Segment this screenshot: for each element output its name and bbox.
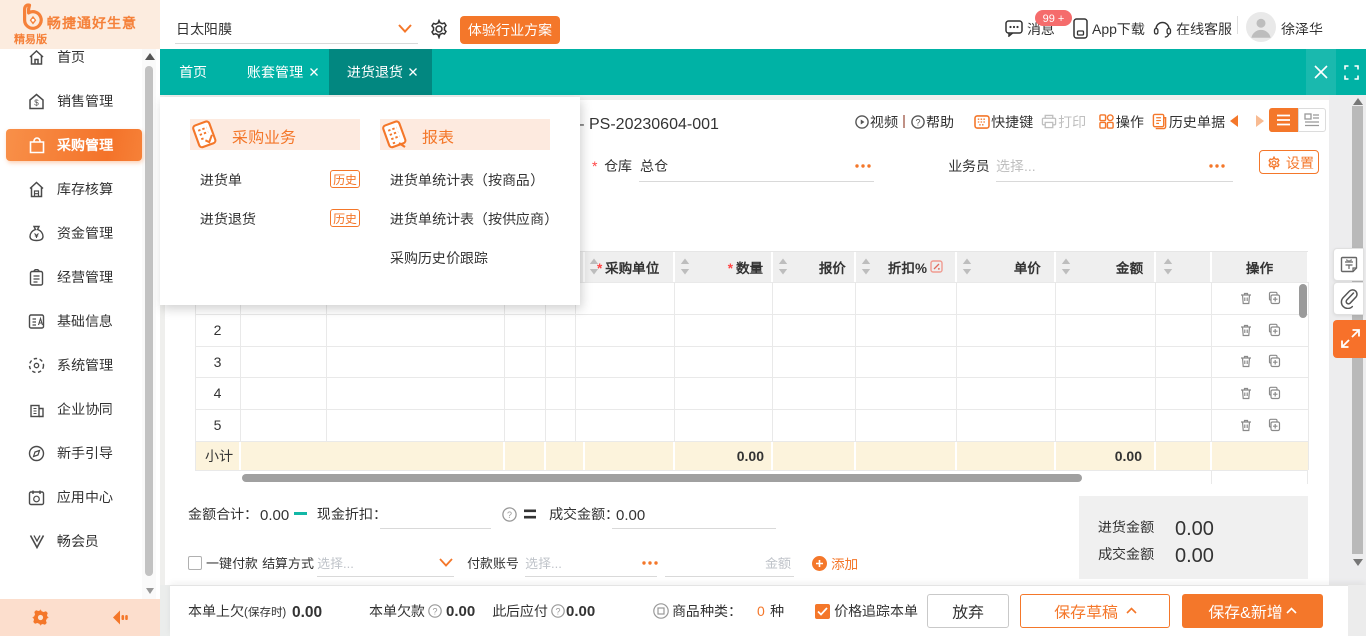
- svg-text:?: ?: [555, 606, 560, 616]
- svg-text:?: ?: [507, 510, 512, 520]
- svg-text:?: ?: [432, 606, 437, 616]
- svg-text:?: ?: [915, 117, 920, 127]
- svg-text:$: $: [34, 99, 39, 108]
